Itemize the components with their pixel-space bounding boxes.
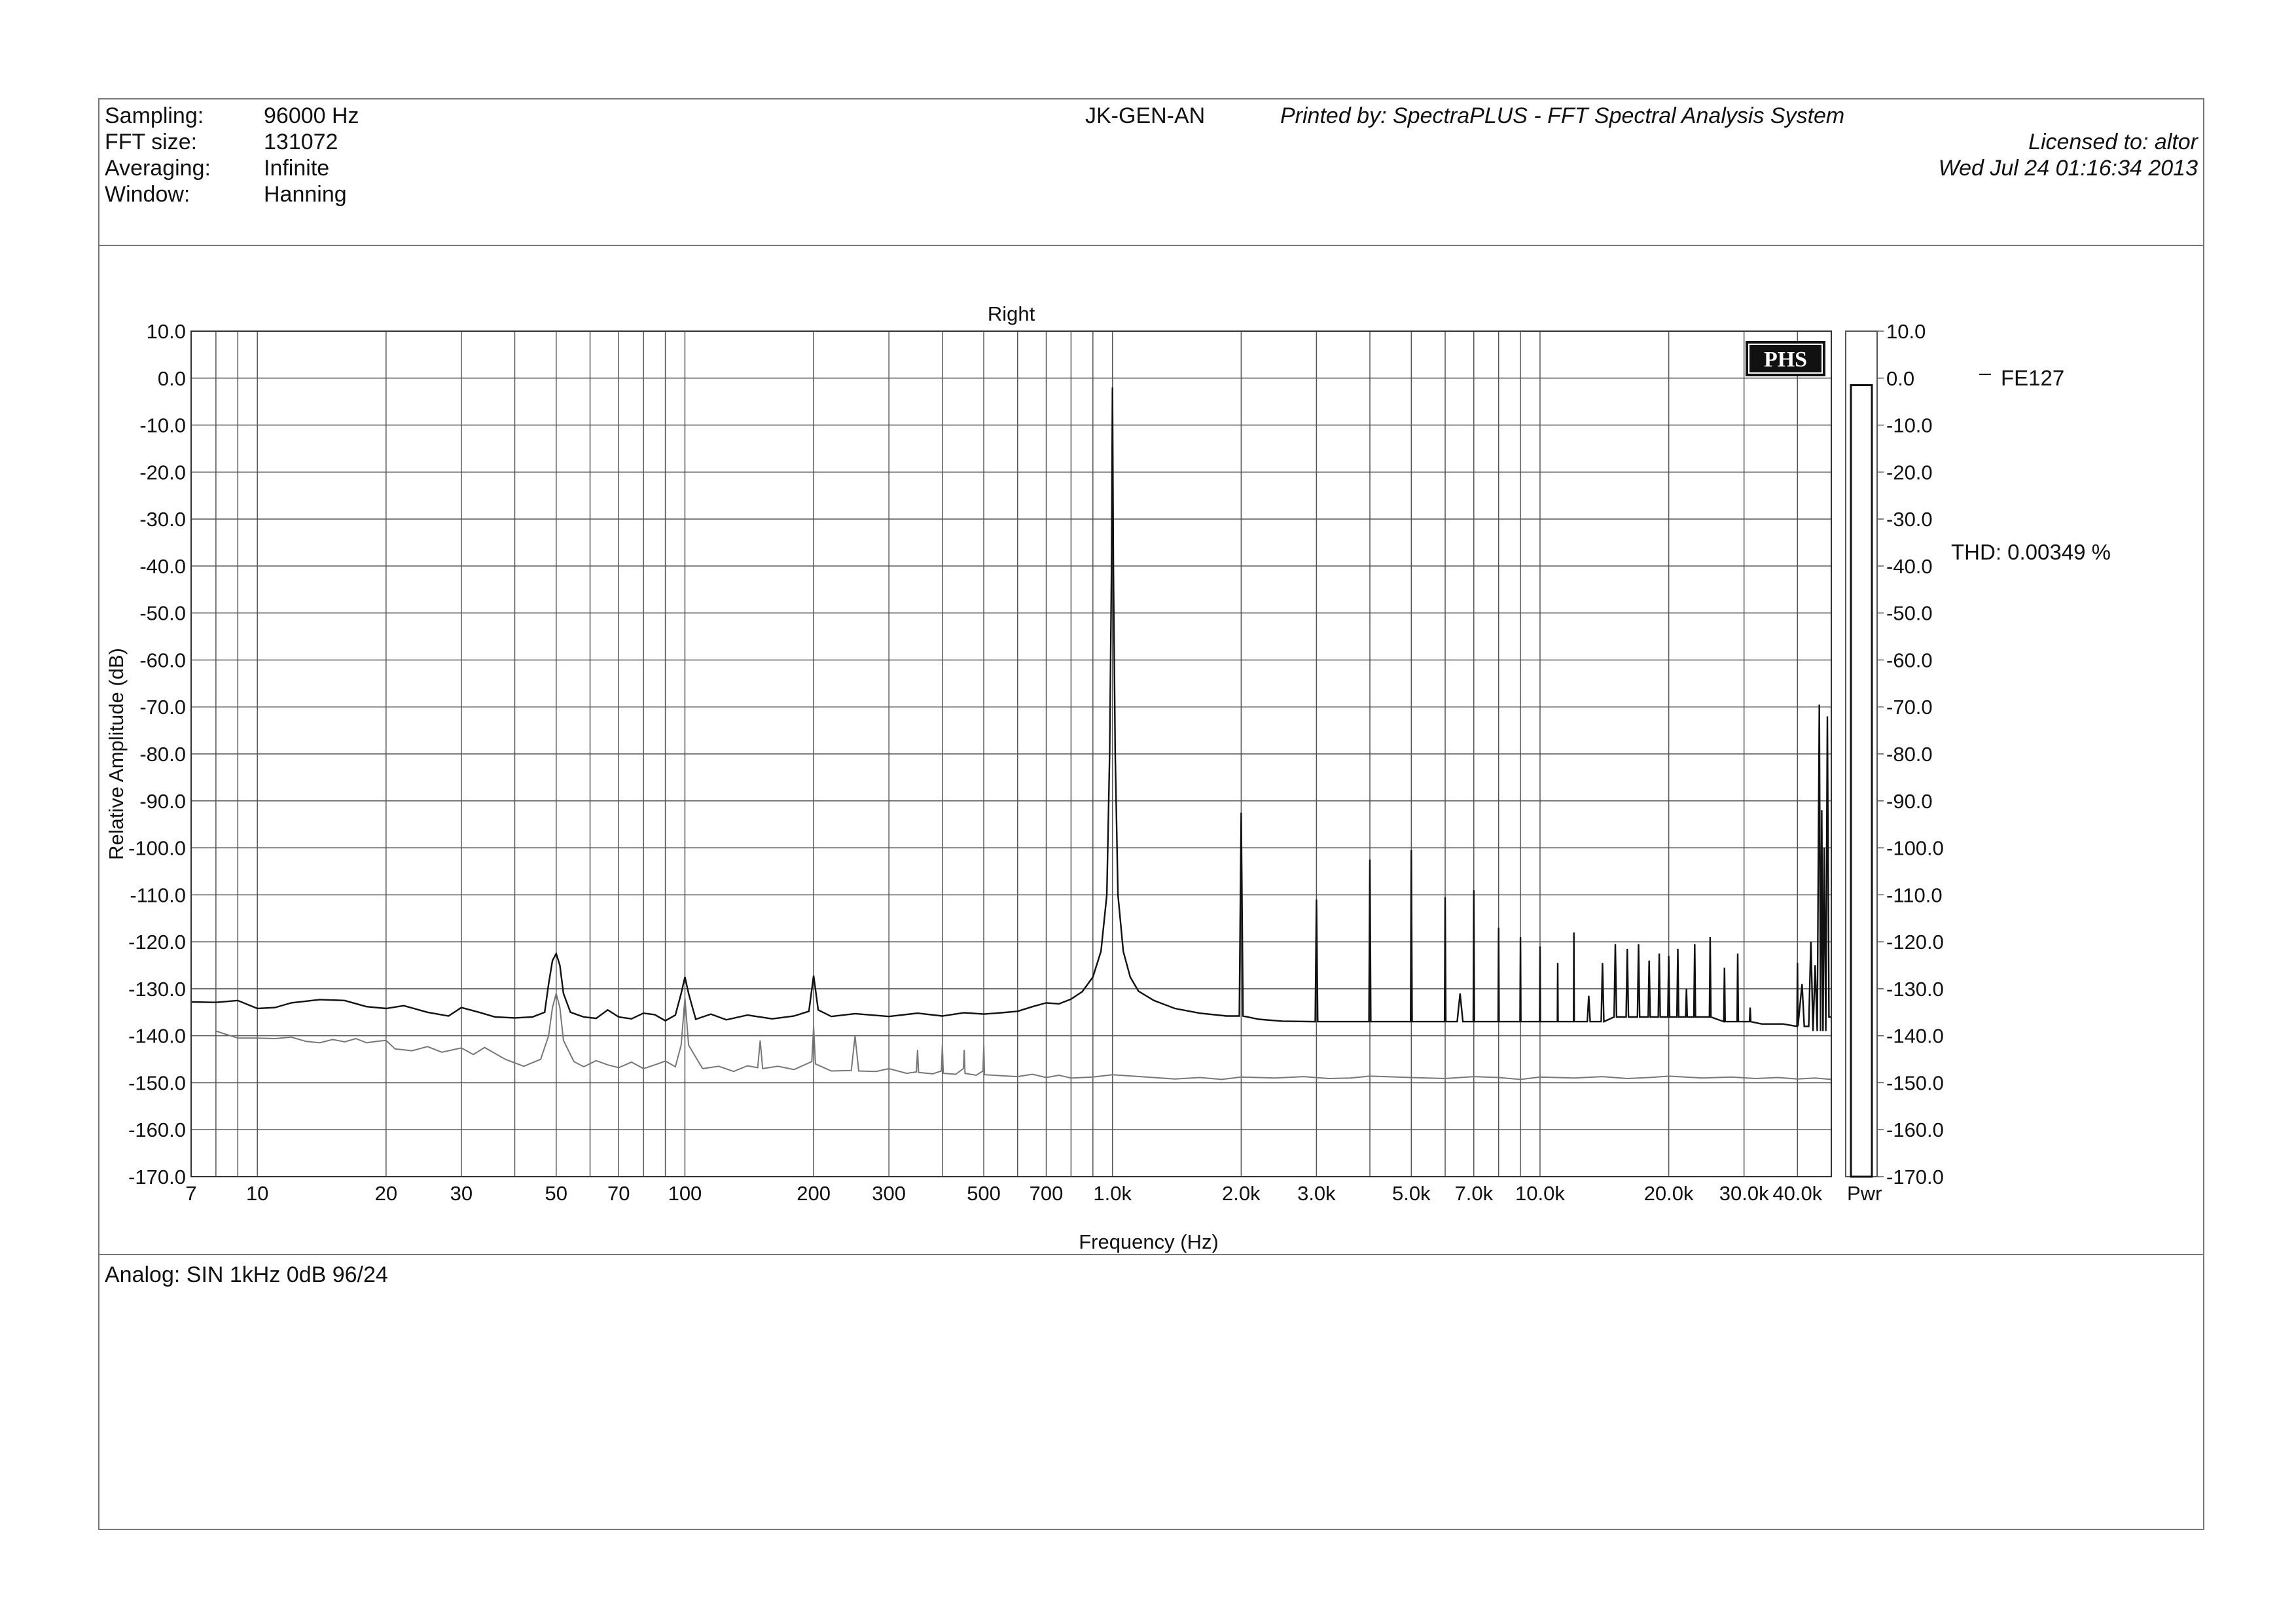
power-meter-tick-label: -100.0 [1886,837,1944,860]
thd-readout: THD: 0.00349 % [1951,540,2111,564]
power-meter-tick-label: -110.0 [1886,883,1943,906]
power-meter-tick-label: -130.0 [1886,978,1944,1001]
power-meter-tick-label: -70.0 [1886,696,1933,719]
power-meter-tick-label: -80.0 [1886,743,1933,766]
power-meter-tick-label: -60.0 [1886,649,1933,671]
x-tick-label: 2.0k [1222,1182,1261,1205]
series-layer [190,387,1832,1080]
power-meter-label: Pwr [1847,1182,1882,1205]
x-tick-label: 5.0k [1392,1182,1431,1205]
y-tick-label: -130.0 [128,978,186,1001]
y-tick-label: -120.0 [128,931,186,954]
y-tick-label: -60.0 [139,649,186,671]
power-meter-tick-label: -150.0 [1886,1071,1944,1094]
x-tick-label: 700 [1030,1182,1064,1205]
legend: FE127 [1979,366,2064,390]
y-tick-label: -70.0 [139,696,186,719]
x-tick-label: 3.0k [1297,1182,1336,1205]
power-meter-tick-label: -160.0 [1886,1118,1944,1141]
y-tick-label: -30.0 [139,508,186,531]
x-tick-label: 10.0k [1515,1182,1565,1205]
chart-title: Right [988,302,1035,325]
y-tick-label: -90.0 [139,790,186,813]
power-meter-tick-label: 0.0 [1886,367,1914,390]
x-tick-label: 10 [246,1182,268,1205]
x-tick-label: 100 [668,1182,702,1205]
power-meter-bar [1850,384,1873,1178]
power-meter-tick-label: -140.0 [1886,1025,1944,1048]
x-tick-label: 20 [375,1182,397,1205]
x-tick-label: 1.0k [1093,1182,1132,1205]
x-tick-label: 70 [607,1182,630,1205]
x-tick-label: 20.0k [1644,1182,1694,1205]
power-meter-tick-label: -40.0 [1886,555,1933,578]
power-meter-tick-label: 10.0 [1886,320,1926,343]
x-axis-label: Frequency (Hz) [1079,1230,1219,1253]
y-tick-label: 0.0 [158,367,186,390]
x-tick-label: 300 [872,1182,906,1205]
y-axis-label: Relative Amplitude (dB) [105,648,128,860]
x-tick-label: 40.0k [1772,1182,1822,1205]
x-tick-label: 50 [545,1182,567,1205]
x-tick-label: 7 [185,1182,196,1205]
power-meter: 10.0 0.0 -10.0 -20.0 -30.0 -40.0 -50.0 -60.0 -70… [1845,320,1944,1205]
y-tick-label: 10.0 [147,320,186,343]
y-tick-label: -100.0 [128,837,186,860]
x-tick-label: 500 [967,1182,1001,1205]
y-tick-labels: 10.0 0.0 -10.0 -20.0 -30.0 -40.0 -50.0 -60.0 -70… [128,320,186,1188]
x-tick-label: 30 [450,1182,473,1205]
power-meter-scale: 10.0 0.0 -10.0 -20.0 -30.0 -40.0 -50.0 -60.0 -70… [1877,320,1944,1188]
y-tick-label: -170.0 [128,1166,186,1188]
phs-logo-text: PHS [1764,348,1807,372]
spectrum-line-main [190,387,1831,1031]
y-tick-label: -80.0 [139,743,186,766]
power-meter-tick-label: -10.0 [1886,414,1933,437]
y-tick-label: -10.0 [139,414,186,437]
y-tick-label: -40.0 [139,555,186,578]
y-tick-label: -160.0 [128,1118,186,1141]
power-meter-tick-label: -20.0 [1886,461,1933,484]
x-tick-label: 7.0k [1454,1182,1493,1205]
y-tick-label: -150.0 [128,1071,186,1094]
y-tick-label: -110.0 [130,883,186,906]
x-tick-label: 200 [797,1182,831,1205]
legend-label: FE127 [2001,366,2064,390]
spectrum-chart: 10.0 0.0 -10.0 -20.0 -30.0 -40.0 -50.0 -60.0 -70… [105,302,2111,1253]
power-meter-tick-label: -170.0 [1886,1166,1944,1188]
power-meter-tick-label: -50.0 [1886,602,1933,625]
y-tick-label: -50.0 [139,602,186,625]
y-tick-label: -20.0 [139,461,186,484]
x-tick-labels: 7 10 20 30 50 70 100 200 300 500 700 1.0k 2.0k 3.0k 5.… [185,1182,1822,1205]
power-meter-tick-label: -120.0 [1886,931,1944,954]
power-meter-tick-label: -90.0 [1886,790,1933,813]
phs-logo: PHS [1746,341,1825,376]
power-meter-tick-label: -30.0 [1886,508,1933,531]
x-tick-label: 30.0k [1719,1182,1769,1205]
y-tick-label: -140.0 [128,1025,186,1048]
